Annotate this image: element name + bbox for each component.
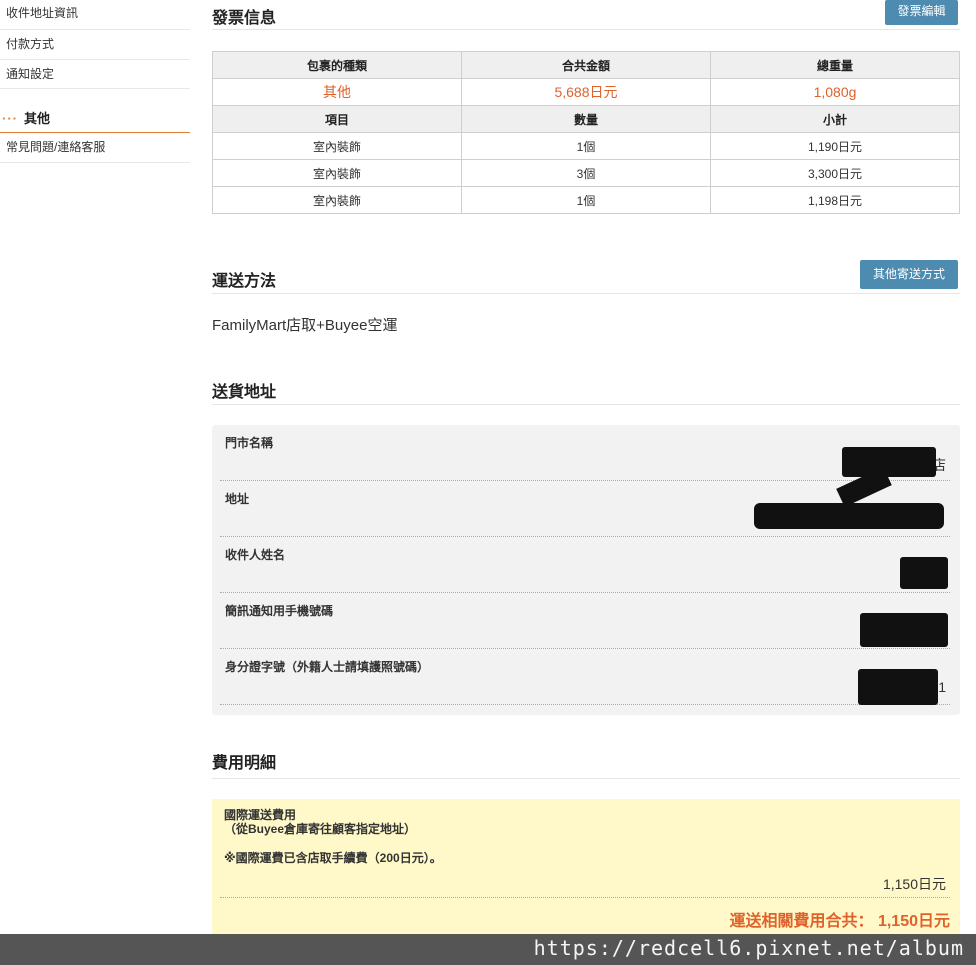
fees-box: 國際運送費用 （從Buyee倉庫寄往顧客指定地址） ※國際運費已含店取手續費（2… xyxy=(212,799,960,939)
table-row: 室內裝飾 1個 1,190日元 xyxy=(212,132,960,160)
redaction-mark xyxy=(842,447,936,477)
item-subtotal: 1,198日元 xyxy=(710,186,960,214)
shipping-title: 運送方法 xyxy=(212,273,277,290)
address-label: 地址 xyxy=(225,492,250,506)
store-name-label: 門市名稱 xyxy=(225,436,274,450)
invoice-header-row: 包裹的種類 合共金額 總重量 xyxy=(212,51,960,79)
id-number-label: 身分證字號（外籍人士請填護照號碼） xyxy=(225,660,430,674)
phone-label: 簡訊通知用手機號碼 xyxy=(225,604,334,618)
redaction-mark xyxy=(860,613,948,647)
address-row-store-name: 門市名稱 店 xyxy=(220,425,950,481)
address-section-header: 送貨地址 xyxy=(212,375,960,405)
id-number-value: 1 xyxy=(938,679,946,695)
item-quantity: 3個 xyxy=(461,159,711,187)
watermark-bar: https://redcell6.pixnet.net/album xyxy=(0,934,976,965)
fees-title: 費用明細 xyxy=(212,755,277,772)
other-shipping-method-button[interactable]: 其他寄送方式 xyxy=(860,260,958,289)
item-quantity: 1個 xyxy=(461,186,711,214)
watermark-text: https://redcell6.pixnet.net/album xyxy=(533,936,964,960)
intl-shipping-fee-desc: （從Buyee倉庫寄往顧客指定地址） xyxy=(224,822,417,836)
item-subtotal: 1,190日元 xyxy=(710,132,960,160)
invoice-section-header: 發票信息 發票編輯 xyxy=(212,0,960,30)
item-name: 室內裝飾 xyxy=(212,159,462,187)
table-row: 室內裝飾 3個 3,300日元 xyxy=(212,159,960,187)
address-row-recipient-name: 收件人姓名 xyxy=(220,537,950,593)
item-name: 室內裝飾 xyxy=(212,132,462,160)
col-quantity: 數量 xyxy=(461,105,711,133)
recipient-name-label: 收件人姓名 xyxy=(225,548,286,562)
sidebar-item-shipping-address[interactable]: 收件地址資訊 xyxy=(0,0,190,30)
divider xyxy=(220,897,950,898)
intl-shipping-fee-label: 國際運送費用 xyxy=(224,808,297,822)
dots-icon: ··· xyxy=(2,111,18,126)
fee-note: ※國際運費已含店取手續費（200日元）。 xyxy=(224,851,442,865)
package-type-value: 其他 xyxy=(212,78,462,106)
sidebar-heading-label: 其他 xyxy=(24,111,51,126)
shipping-total: 運送相關費用合共： 1,150日元 xyxy=(729,913,951,930)
redaction-mark xyxy=(900,557,948,589)
intl-shipping-fee-amount: 1,150日元 xyxy=(882,876,946,892)
item-subtotal: 3,300日元 xyxy=(710,159,960,187)
shipping-method-value: FamilyMart店取+Buyee空運 xyxy=(212,317,398,334)
total-amount-value: 5,688日元 xyxy=(461,78,711,106)
item-quantity: 1個 xyxy=(461,132,711,160)
address-row-address: 地址 xyxy=(220,466,950,537)
shipping-section-header: 運送方法 其他寄送方式 xyxy=(212,260,960,294)
col-subtotal: 小計 xyxy=(710,105,960,133)
col-item: 項目 xyxy=(212,105,462,133)
address-row-id-number: 身分證字號（外籍人士請填護照號碼） 1 xyxy=(220,649,950,705)
item-name: 室內裝飾 xyxy=(212,186,462,214)
main-content: 發票信息 發票編輯 包裹的種類 合共金額 總重量 其他 5,688日元 1,08… xyxy=(212,0,960,939)
sidebar-item-faq-contact[interactable]: 常見問題/連絡客服 xyxy=(0,133,190,163)
col-total-amount: 合共金額 xyxy=(461,51,711,79)
invoice-title: 發票信息 xyxy=(212,10,277,27)
sidebar-item-payment-method[interactable]: 付款方式 xyxy=(0,30,190,60)
address-title: 送貨地址 xyxy=(212,384,277,401)
total-weight-value: 1,080g xyxy=(710,78,960,106)
address-box: 門市名稱 店 地址 收件人姓名 簡訊通知用手機號碼 身分證字號（外籍人士請填護照… xyxy=(212,425,960,715)
fees-section-header: 費用明細 xyxy=(212,749,960,779)
redaction-mark xyxy=(754,503,944,529)
sidebar-heading-other: ··· 其他 xyxy=(0,107,190,133)
address-row-phone: 簡訊通知用手機號碼 xyxy=(220,593,950,649)
invoice-table: 包裹的種類 合共金額 總重量 其他 5,688日元 1,080g 項目 數量 小… xyxy=(212,51,960,214)
invoice-items-header-row: 項目 數量 小計 xyxy=(212,105,960,133)
sidebar-item-notification-settings[interactable]: 通知設定 xyxy=(0,60,190,89)
table-row: 室內裝飾 1個 1,198日元 xyxy=(212,186,960,214)
col-total-weight: 總重量 xyxy=(710,51,960,79)
invoice-summary-row: 其他 5,688日元 1,080g xyxy=(212,78,960,106)
sidebar: 收件地址資訊 付款方式 通知設定 ··· 其他 常見問題/連絡客服 xyxy=(0,0,190,163)
redaction-mark xyxy=(858,669,938,705)
invoice-edit-button[interactable]: 發票編輯 xyxy=(885,0,958,25)
col-package-type: 包裹的種類 xyxy=(212,51,462,79)
